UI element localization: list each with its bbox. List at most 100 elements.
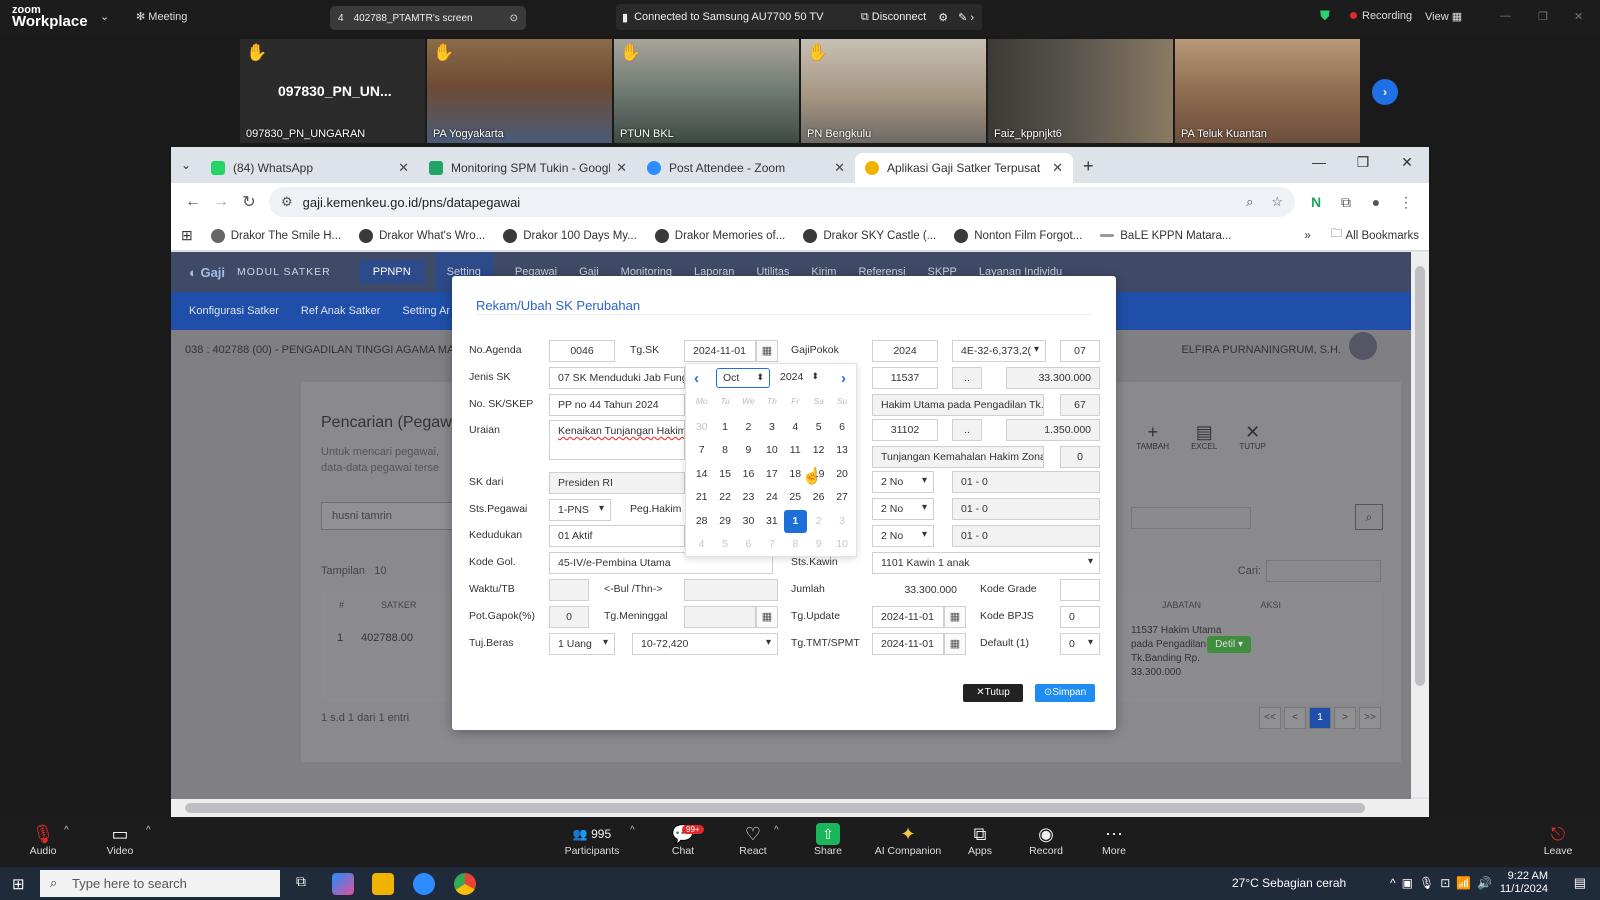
close-icon[interactable]: ✕ [1052,160,1063,176]
minimize-icon[interactable]: — [1500,10,1511,22]
tab-whatsapp[interactable]: (84) WhatsApp ✕ [201,153,419,183]
apps-button[interactable]: ⧉ Apps [945,823,1015,857]
ai-companion-button[interactable]: ✦ AI Companion [866,823,950,857]
star-icon[interactable]: ☆ [1271,194,1283,210]
tg-update-input[interactable]: 2024-11-01 [872,606,944,628]
calendar-day[interactable]: 3 [830,510,853,534]
calendar-day[interactable]: 25 [784,486,807,510]
next-month-icon[interactable]: › [841,370,846,387]
calendar-icon[interactable]: ▦ [944,633,966,655]
month-select[interactable]: Oct [716,368,770,388]
gp-kode-select[interactable]: 4E-32-6,373,2( [952,340,1046,362]
calendar-day[interactable]: 6 [830,416,853,440]
calendar-day[interactable]: 28 [690,510,713,534]
pager-last[interactable]: >> [1359,707,1381,729]
calendar-day[interactable]: 27 [830,486,853,510]
avatar[interactable]: ● [1361,194,1391,210]
bookmark-item[interactable]: Drakor The Smile H... [210,228,341,243]
calendar-day[interactable]: 20 [830,463,853,487]
calendar-icon[interactable]: ▦ [944,606,966,628]
file-explorer-icon[interactable] [372,873,394,895]
calendar-day[interactable]: 10 [760,439,783,463]
calendar-day[interactable]: 21 [690,486,713,510]
calendar-day[interactable]: 9 [737,439,760,463]
participant-tile[interactable]: ✋ PA Yogyakarta [427,39,612,143]
calendar-day[interactable]: 15 [713,463,736,487]
pager-prev[interactable]: < [1284,707,1306,729]
tutup-button[interactable]: ✕ TUTUP [1239,422,1266,451]
video-options-icon[interactable]: ^ [146,825,151,836]
bul-thn-input[interactable] [684,579,778,601]
calendar-day[interactable]: 26 [807,486,830,510]
excel-button[interactable]: ▤ EXCEL [1191,422,1217,451]
calendar-day[interactable]: 13 [830,439,853,463]
ppnpn-button[interactable]: PPNPN [358,260,425,284]
subnav-setting[interactable]: Setting Ar [402,305,450,317]
system-tray-icons[interactable]: ^▣🎙⊡📶🔊 [1390,876,1498,890]
bookmark-item[interactable]: Nonton Film Forgot... [954,228,1082,243]
waktu-tb-input[interactable] [549,579,589,601]
avatar[interactable] [1349,332,1377,360]
participant-tile[interactable]: PA Teluk Kuantan [1175,39,1360,143]
pager-page-1[interactable]: 1 [1309,707,1331,729]
calendar-day[interactable]: 4 [784,416,807,440]
calendar-day[interactable]: 24 [760,486,783,510]
sk-dari-input[interactable]: Presiden RI [549,472,685,494]
tuj-beras-select[interactable]: 1 Uang [549,633,615,655]
tab-monitoring-spm[interactable]: Monitoring SPM Tukin - Googl ✕ [419,153,637,183]
leave-button[interactable]: ⎋ Leave [1522,823,1594,857]
extension-n-icon[interactable]: N [1301,194,1331,210]
no-agenda-input[interactable]: 0046 [549,340,615,362]
recording-indicator[interactable]: Recording [1350,10,1412,22]
tutup-button[interactable]: ✕Tutup [963,684,1023,702]
site-info-icon[interactable]: ⚙ [281,194,293,210]
calendar-day[interactable]: 4 [690,533,713,557]
calendar-day[interactable]: 8 [784,533,807,557]
pager-first[interactable]: << [1259,707,1281,729]
cari-input[interactable] [1266,560,1381,582]
bookmark-item[interactable]: Drakor 100 Days My... [503,228,637,243]
windows-start-icon[interactable]: ⊞ [12,875,25,893]
participant-tile[interactable]: ✋ PN Bengkulu [801,39,986,143]
calendar-day[interactable]: 5 [713,533,736,557]
calendar-day-selected[interactable]: 1 [783,509,807,533]
participant-tile[interactable]: ✋ PTUN BKL [614,39,799,143]
gp-masa-input[interactable]: 07 [1060,340,1100,362]
jenis-sk-select[interactable]: 07 SK Menduduki Jab Fungsi [549,367,685,389]
default-select[interactable]: 0 [1060,633,1100,655]
calendar-day[interactable]: 22 [713,486,736,510]
notifications-icon[interactable]: ▤ [1574,875,1586,891]
kedudukan-select[interactable]: 01 Aktif [549,525,685,547]
reload-icon[interactable]: ↻ [235,192,263,212]
clock[interactable]: 9:22 AM 11/1/2024 [1500,870,1548,896]
chrome-taskbar-icon[interactable] [454,873,476,895]
tab-aplikasi-gaji[interactable]: Aplikasi Gaji Satker Terpusat ✕ [855,153,1073,183]
taskbar-search-input[interactable]: ⌕ Type here to search [40,870,280,897]
bookmark-item[interactable]: Drakor What's Wro... [359,228,485,243]
app-logo[interactable]: ◐ Gaji [189,265,225,280]
minimize-icon[interactable]: — [1297,147,1341,177]
apps-grid-icon[interactable]: ⊞ [181,227,193,244]
calendar-day[interactable]: 31 [760,510,783,534]
task-view-icon[interactable]: ⧉ [290,873,312,895]
pin-icon[interactable]: ✎ › [958,11,974,24]
tab-zoom[interactable]: Post Attendee - Zoom ✕ [637,153,855,183]
view-menu[interactable]: View ▦ [1425,10,1462,23]
subnav-konfigurasi-satker[interactable]: Konfigurasi Satker [189,305,279,317]
status-select-1[interactable]: 2 No [872,471,934,493]
detil-button[interactable]: Detil ▾ [1207,636,1251,653]
kode-grade-input[interactable] [1060,579,1100,601]
forward-icon[interactable]: → [207,193,235,211]
next-participants-button[interactable]: › [1372,79,1398,105]
chevron-down-icon[interactable]: ⌄ [100,10,109,23]
bookmark-item[interactable]: Drakor Memories of... [654,228,785,243]
calendar-day[interactable]: 10 [830,533,853,557]
close-icon[interactable]: ✕ [1385,147,1429,177]
tg-sk-input[interactable]: 2024-11-01 [684,340,756,362]
tg-tmt-input[interactable]: 2024-11-01 [872,633,944,655]
calendar-day[interactable]: 14 [690,463,713,487]
weather-widget[interactable]: 27°C Sebagian cerah [1232,876,1346,890]
kebab-menu-icon[interactable]: ⋮ [1391,194,1421,211]
calendar-day[interactable]: 5 [807,416,830,440]
gear-icon[interactable]: ⚙ [938,11,948,24]
